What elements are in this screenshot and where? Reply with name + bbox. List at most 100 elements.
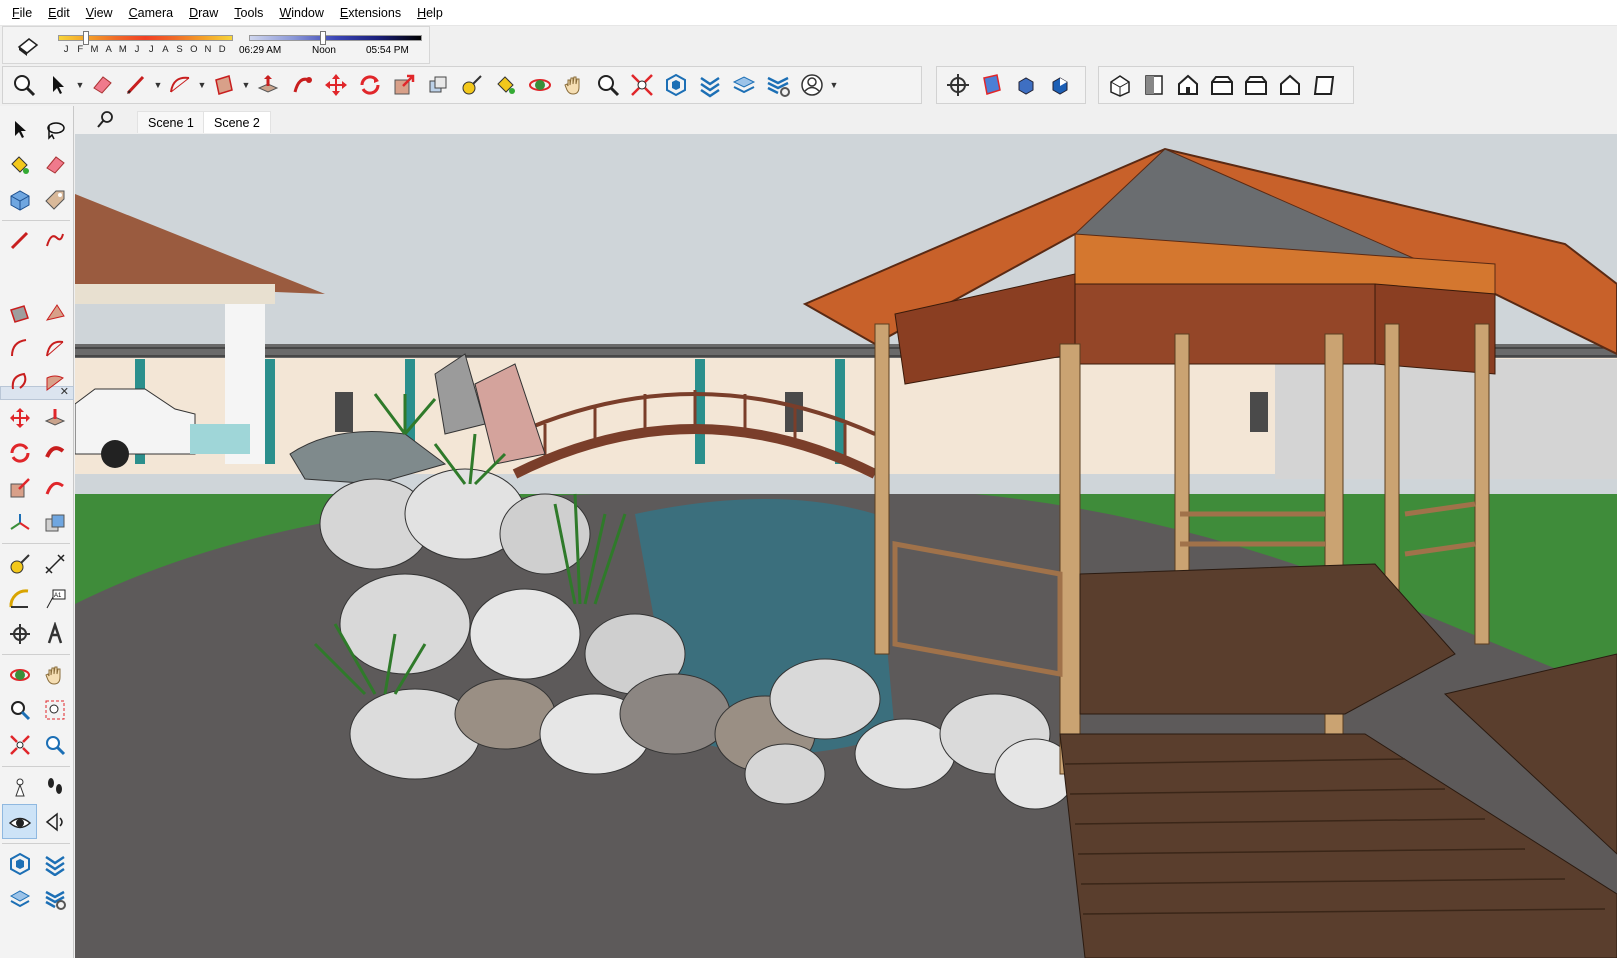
extension-manager-icon[interactable]: [761, 68, 795, 102]
menu-view[interactable]: View: [78, 0, 121, 26]
bottom-view-icon[interactable]: [1307, 68, 1341, 102]
rotate-icon[interactable]: [353, 68, 387, 102]
menu-draw[interactable]: Draw: [181, 0, 226, 26]
freehand-icon[interactable]: [37, 222, 72, 257]
eraser-icon[interactable]: [85, 68, 119, 102]
display-section-cuts-icon[interactable]: [1009, 68, 1043, 102]
select-arrow-icon[interactable]: [2, 112, 37, 147]
model-viewport[interactable]: [75, 134, 1617, 958]
search-icon[interactable]: [95, 109, 117, 131]
section-plane-icon[interactable]: [941, 68, 975, 102]
dimension-icon[interactable]: [37, 546, 72, 581]
chevron-down-icon[interactable]: ▼: [829, 68, 839, 102]
pan-hand-icon[interactable]: [557, 68, 591, 102]
left-view-icon[interactable]: [1273, 68, 1307, 102]
two-point-arc-icon[interactable]: [37, 330, 72, 365]
three-point-arc-icon[interactable]: [2, 364, 37, 399]
walk-footprints-icon[interactable]: [37, 769, 72, 804]
extension-warehouse-icon[interactable]: [693, 68, 727, 102]
time-slider-thumb[interactable]: [320, 31, 327, 45]
rotate-icon[interactable]: [2, 435, 37, 470]
push-pull-icon[interactable]: [251, 68, 285, 102]
paint-bucket-icon[interactable]: [489, 68, 523, 102]
look-around-eye-icon[interactable]: [3, 805, 36, 840]
zoom-extents-icon[interactable]: [625, 68, 659, 102]
rectangle-icon[interactable]: [207, 68, 241, 102]
section-plane-icon[interactable]: [2, 616, 37, 651]
user-account-icon[interactable]: [795, 68, 829, 102]
tab-scene-1[interactable]: Scene 1: [137, 111, 205, 133]
zoom-extents-icon[interactable]: [2, 727, 37, 762]
orbit-icon[interactable]: [523, 68, 557, 102]
display-section-fill-icon[interactable]: [1043, 68, 1077, 102]
front-view-icon[interactable]: [1171, 68, 1205, 102]
chevron-down-icon[interactable]: ▼: [75, 68, 85, 102]
rotated-rectangle-icon[interactable]: [37, 296, 72, 331]
offset-icon[interactable]: [421, 68, 455, 102]
paint-bucket-icon[interactable]: [2, 147, 37, 182]
select-arrow-icon[interactable]: [41, 68, 75, 102]
tape-measure-icon[interactable]: [2, 546, 37, 581]
date-slider-thumb[interactable]: [83, 31, 89, 45]
time-slider[interactable]: [249, 35, 422, 41]
scale-icon[interactable]: [2, 470, 37, 505]
menu-edit[interactable]: Edit: [40, 0, 78, 26]
pan-hand-icon[interactable]: [37, 657, 72, 692]
shadows-toolbar: J F M A M J J A S O N D 06:29 AM Noon 05…: [2, 26, 430, 64]
back-view-icon[interactable]: [1239, 68, 1273, 102]
eraser-icon[interactable]: [37, 147, 72, 182]
arc-icon[interactable]: [163, 68, 197, 102]
menu-file[interactable]: File: [4, 0, 40, 26]
shadow-toggle-icon[interactable]: [15, 33, 41, 59]
follow-me-icon[interactable]: [37, 435, 72, 470]
rectangle-icon[interactable]: [2, 296, 37, 331]
warehouse-icon[interactable]: [659, 68, 693, 102]
tab-scene-2[interactable]: Scene 2: [203, 111, 271, 133]
3d-text-icon[interactable]: [37, 616, 72, 651]
position-camera-icon[interactable]: [2, 769, 37, 804]
extension-warehouse-icon[interactable]: [37, 846, 72, 881]
tag-icon[interactable]: [37, 182, 72, 217]
orbit-icon[interactable]: [2, 657, 37, 692]
pencil-icon[interactable]: [119, 68, 153, 102]
pencil-icon[interactable]: [2, 222, 37, 257]
extension-manager-icon[interactable]: [37, 881, 72, 916]
zoom-window-icon[interactable]: [37, 692, 72, 727]
zoom-window-icon[interactable]: [7, 68, 41, 102]
chevron-down-icon[interactable]: ▼: [153, 68, 163, 102]
menu-tools[interactable]: Tools: [226, 0, 271, 26]
tool-row: [2, 112, 72, 147]
protractor-icon[interactable]: [2, 581, 37, 616]
right-view-icon[interactable]: [1205, 68, 1239, 102]
menu-extensions[interactable]: Extensions: [332, 0, 409, 26]
scale-icon[interactable]: [387, 68, 421, 102]
move-icon[interactable]: [319, 68, 353, 102]
iso-view-icon[interactable]: [1103, 68, 1137, 102]
zoom-icon[interactable]: [591, 68, 625, 102]
menu-window[interactable]: Window: [271, 0, 331, 26]
axes-icon[interactable]: [2, 505, 37, 540]
chevron-down-icon[interactable]: ▼: [197, 68, 207, 102]
make-component-icon[interactable]: [2, 182, 37, 217]
chevron-down-icon[interactable]: ▼: [241, 68, 251, 102]
section-view-icon[interactable]: [37, 804, 72, 839]
follow-me-icon[interactable]: [285, 68, 319, 102]
text-icon[interactable]: A1: [37, 581, 72, 616]
move-icon[interactable]: [2, 400, 37, 435]
menu-camera[interactable]: Camera: [121, 0, 181, 26]
tape-measure-icon[interactable]: [455, 68, 489, 102]
top-view-icon[interactable]: [1137, 68, 1171, 102]
lasso-select-icon[interactable]: [37, 112, 72, 147]
arc-icon[interactable]: [2, 330, 37, 365]
push-pull-icon[interactable]: [37, 400, 72, 435]
display-section-planes-icon[interactable]: [975, 68, 1009, 102]
offset-icon[interactable]: [37, 470, 72, 505]
layout-send-icon[interactable]: [727, 68, 761, 102]
warehouse-icon[interactable]: [2, 846, 37, 881]
zoom-icon[interactable]: [2, 692, 37, 727]
layout-send-icon[interactable]: [2, 881, 37, 916]
outer-shell-icon[interactable]: [37, 505, 72, 540]
menu-help[interactable]: Help: [409, 0, 451, 26]
pie-icon[interactable]: [37, 364, 72, 399]
previous-view-icon[interactable]: [37, 727, 72, 762]
